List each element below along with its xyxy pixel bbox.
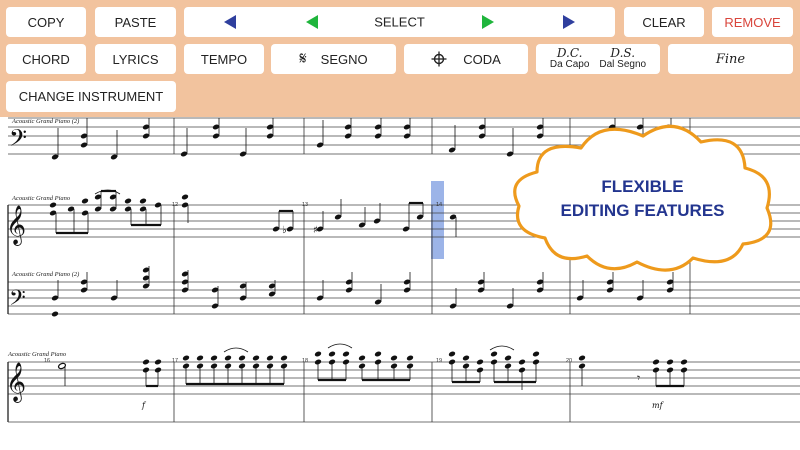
segno-label: SEGNO [320, 51, 368, 67]
eighth-rest: 𝄾 [637, 371, 640, 385]
measure-number-13: 13 [302, 202, 308, 208]
measure-number-14: 14 [436, 202, 442, 208]
bass-clef-icon: 𝄢 [9, 124, 27, 157]
select-button[interactable]: SELECT [184, 7, 615, 37]
dal-segno-text: Dal Segno [599, 59, 647, 71]
dal-segno-option[interactable]: D.S. Dal Segno [599, 47, 646, 70]
dynamic-mf: mf [652, 401, 665, 410]
segno-icon: 𝄋 [299, 49, 307, 69]
measure-number-18: 18 [302, 358, 308, 364]
coda-button[interactable]: CODA [404, 44, 528, 74]
coda-icon [431, 51, 447, 67]
stems-treble-2 [55, 189, 457, 237]
da-capo-text: Da Capo [549, 59, 590, 71]
treble-clef-icon: 𝄞 [6, 205, 26, 246]
paste-button[interactable]: PASTE [95, 7, 176, 37]
callout-line-1: FLEXIBLE [601, 177, 684, 196]
tempo-button[interactable]: TEMPO [184, 44, 264, 74]
barlines-3 [173, 362, 571, 422]
measure-number-17: 17 [172, 358, 178, 364]
staff-treble-3 [8, 361, 800, 395]
change-instrument-button[interactable]: CHANGE INSTRUMENT [6, 81, 176, 112]
coda-label: CODA [463, 51, 501, 67]
measure-number-12: 12 [172, 202, 178, 208]
measure-number-19: 19 [436, 358, 442, 364]
da-capo-dal-segno-button[interactable]: D.C. Da Capo D.S. Dal Segno [536, 44, 660, 74]
staff-label-4: Acoustic Grand Piano [7, 351, 67, 358]
callout-line-2: EDITING FEATURES [560, 201, 725, 220]
measure-number-20: 20 [566, 358, 572, 364]
measure-number-16: 16 [44, 358, 50, 364]
selection-highlight[interactable] [431, 181, 444, 259]
staff-label-2: Acoustic Grand Piano [11, 195, 71, 202]
segno-button[interactable]: 𝄋 SEGNO [271, 44, 396, 74]
bass-clef-icon: 𝄢 [9, 286, 26, 316]
feature-callout: FLEXIBLE EDITING FEATURES [505, 120, 780, 280]
chord-button[interactable]: CHORD [6, 44, 86, 74]
callout-text: FLEXIBLE EDITING FEATURES [505, 175, 780, 223]
select-move-right-icon[interactable] [481, 14, 495, 30]
remove-button[interactable]: REMOVE [712, 7, 793, 37]
select-label: SELECT [374, 14, 425, 30]
clear-button[interactable]: CLEAR [624, 7, 704, 37]
flat-sign: ♭ [282, 225, 287, 236]
select-extend-right-icon[interactable] [562, 14, 576, 30]
treble-clef-icon: 𝄞 [6, 362, 26, 403]
stems-treble-3 [64, 343, 685, 390]
sharp-sign: ♯ [313, 225, 318, 236]
copy-button[interactable]: COPY [6, 7, 86, 37]
staff-label-3: Acoustic Grand Piano (2) [11, 271, 79, 278]
fine-button[interactable]: Fine [668, 44, 793, 74]
dynamic-f: f [141, 401, 147, 410]
staff-bass-2 [8, 281, 800, 315]
editing-toolbar: COPY PASTE SELECT CLEAR REMOVE CHORD LYR… [0, 0, 800, 117]
lyrics-button[interactable]: LYRICS [95, 44, 176, 74]
da-capo-option[interactable]: D.C. Da Capo [550, 47, 589, 70]
